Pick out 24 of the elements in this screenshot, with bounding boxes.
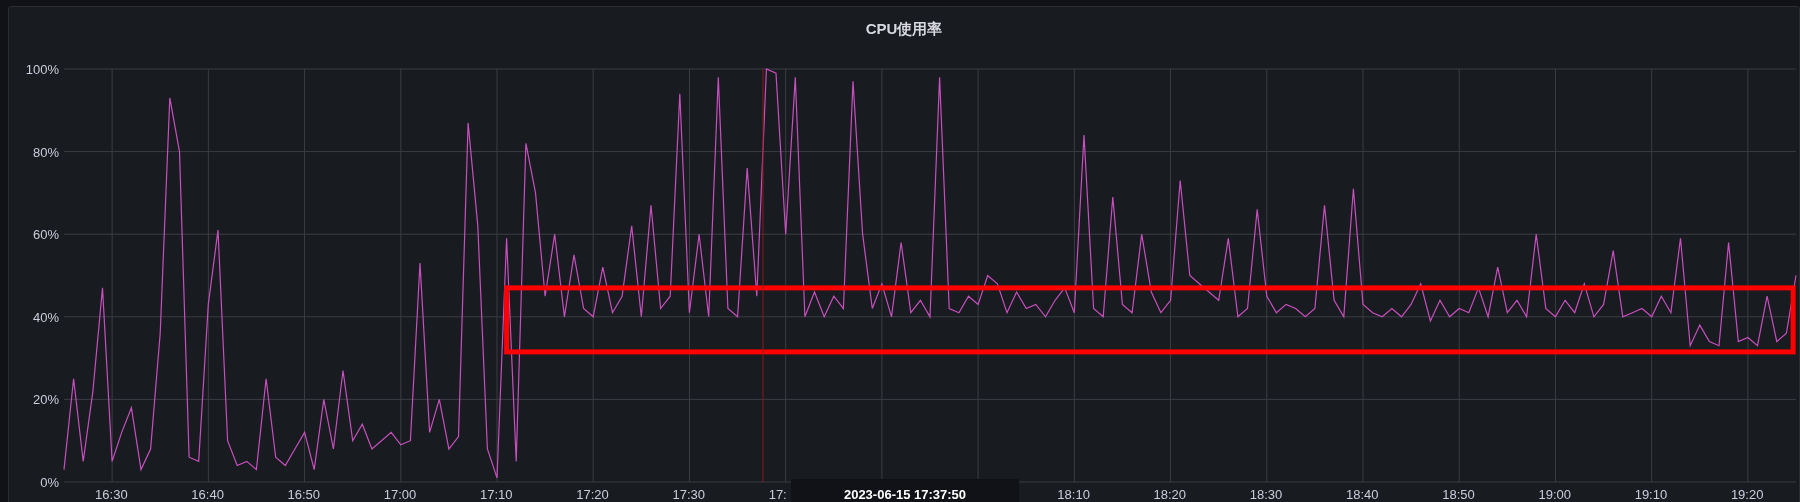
x-tick-label: 17:20 [576,487,609,502]
x-tick-label: 17:10 [480,487,513,502]
y-tick-label: 0% [40,475,59,490]
x-tick-label: 18:40 [1346,487,1379,502]
x-tick-label: 19:10 [1634,487,1668,502]
x-tick-label: 17:00 [383,487,417,502]
y-tick-label: 60% [32,227,59,243]
x-tick-label: 16:40 [191,487,224,502]
x-tick-label: 18:50 [1442,487,1475,502]
x-tick-label: 16:50 [287,487,321,502]
y-tick-label: 100% [25,62,59,77]
chart-title: CPU使用率 [865,19,943,39]
x-tick-label: 18:10 [1057,487,1090,502]
y-tick-label: 20% [32,392,59,408]
x-tick-label: 18:30 [1249,487,1283,502]
x-tick-label: 19:20 [1730,487,1764,502]
x-tick-label: 18:20 [1153,487,1187,502]
x-tick-label: 19:00 [1538,487,1571,502]
y-tick-label: 40% [32,309,59,325]
x-tick-label: 17:30 [672,487,705,502]
x-tick-label: 16:30 [95,487,128,502]
x-tick-label: 17: [768,487,787,502]
timestamp-tooltip: 2023-06-15 17:37:50 [791,479,1019,502]
y-tick-label: 80% [32,144,59,160]
